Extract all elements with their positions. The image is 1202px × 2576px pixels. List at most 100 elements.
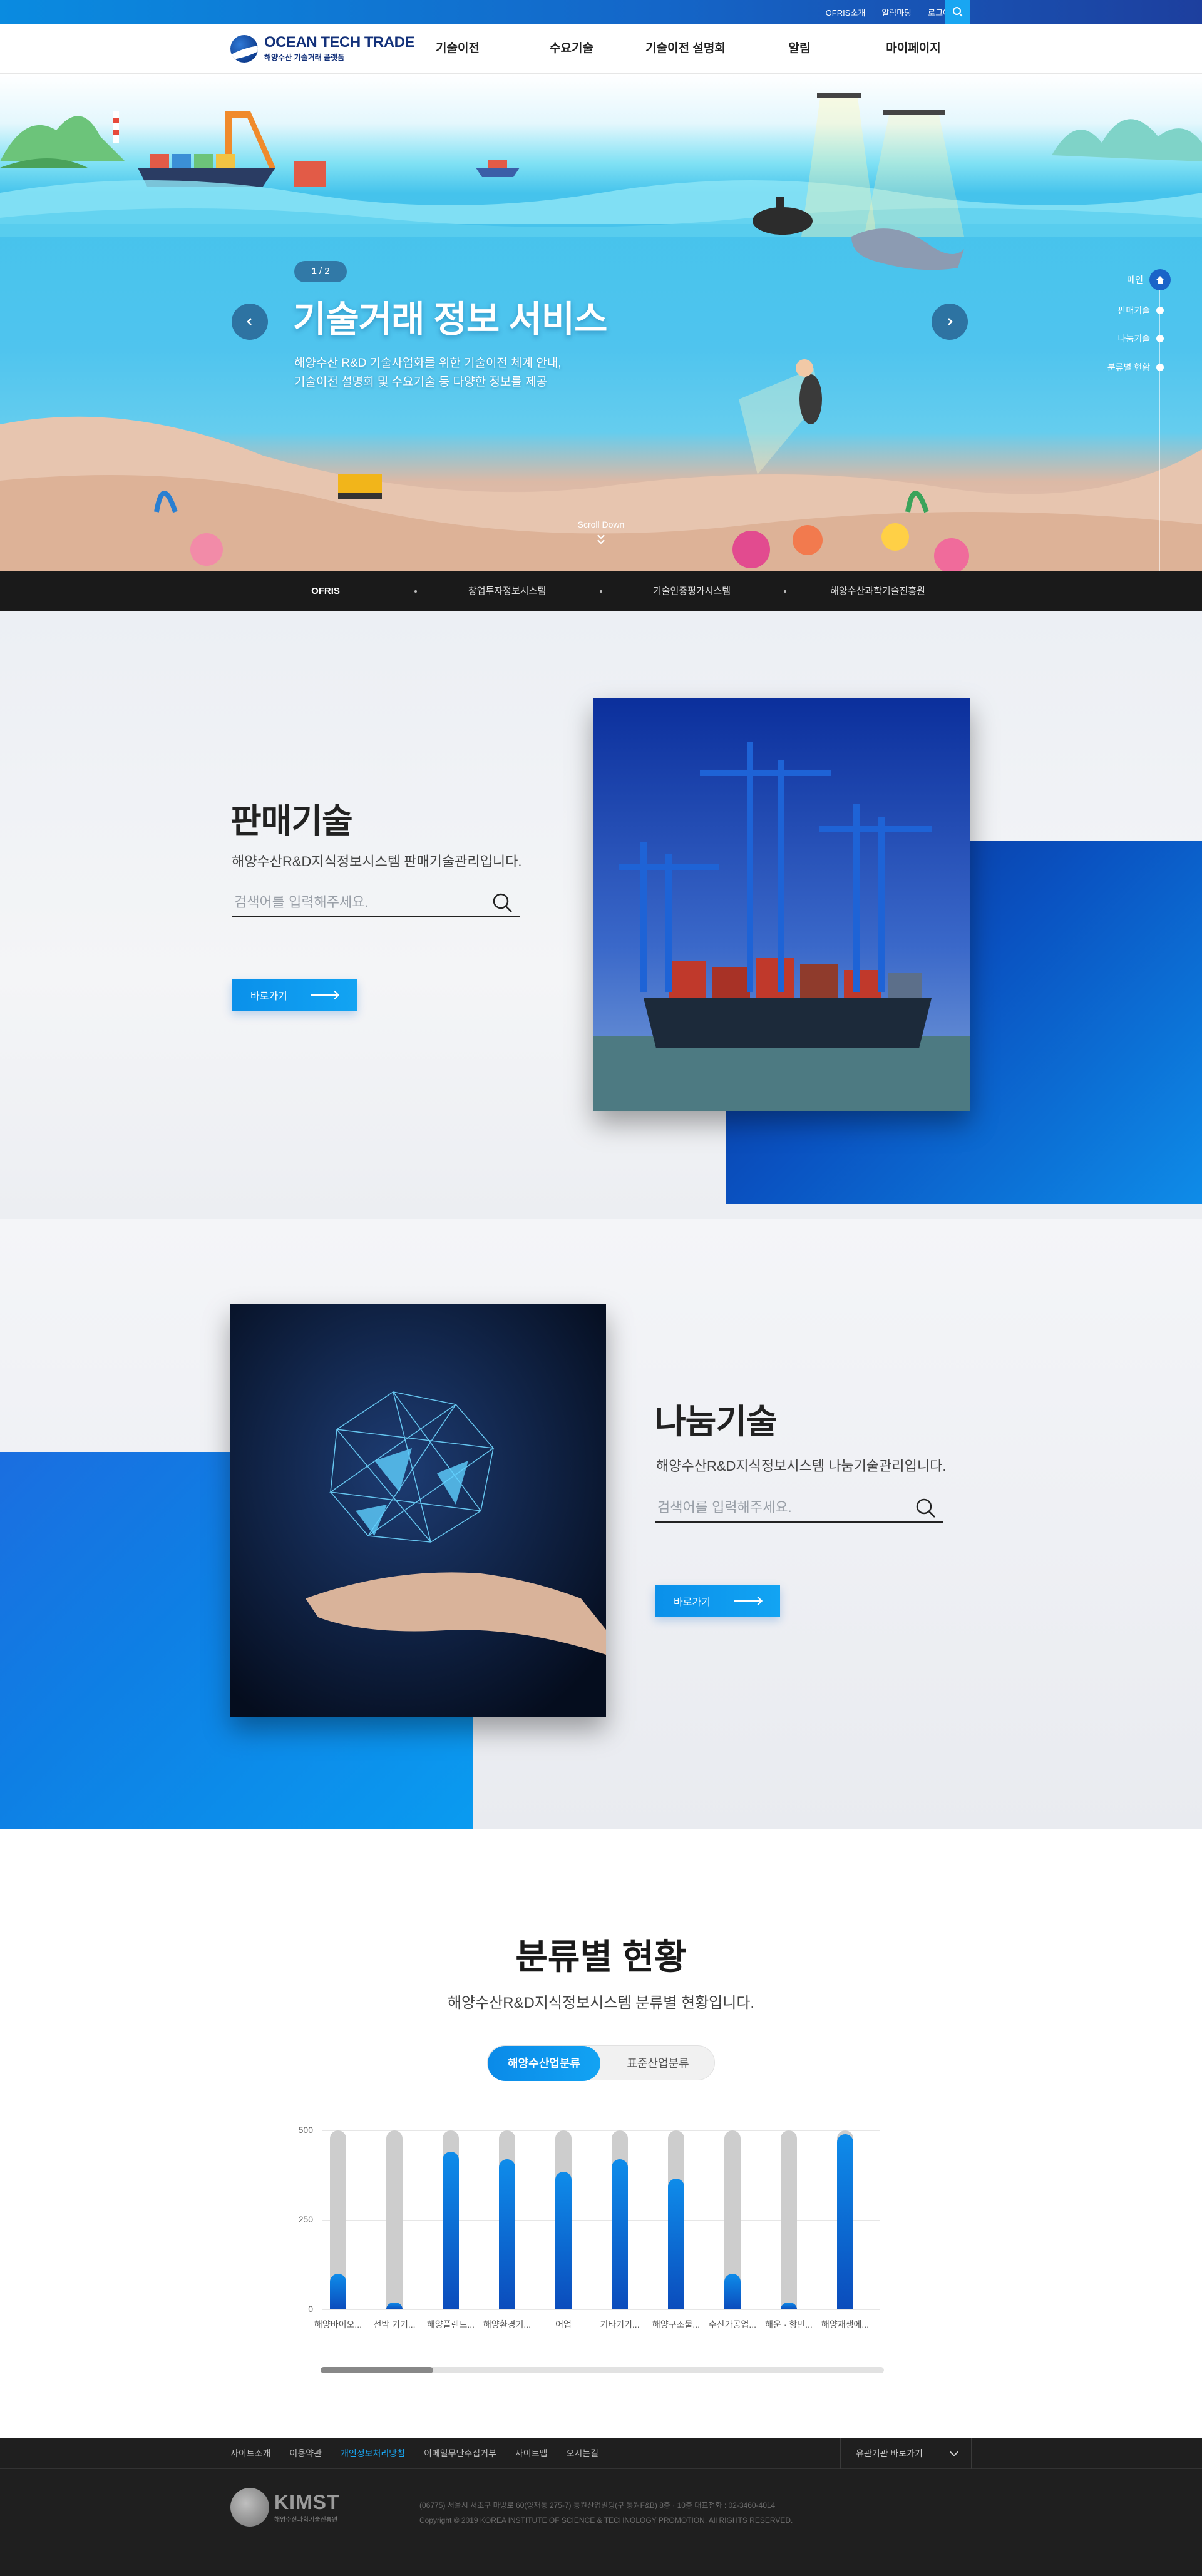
site-logo[interactable]: OCEAN TECH TRADE 해양수산 기술거래 플랫폼: [230, 34, 415, 63]
tab-standard-industry[interactable]: 표준산업분류: [603, 2046, 713, 2081]
x-tick-label: 해양재생에...: [821, 2319, 870, 2329]
tab-marine-industry[interactable]: 해양수산업분류: [488, 2046, 600, 2081]
footer: KIMST 해양수산과학기술진흥원 (06775) 서울시 서초구 마방로 60…: [0, 2469, 1202, 2576]
slide-next-button[interactable]: [932, 304, 968, 340]
bar[interactable]: [330, 2273, 346, 2309]
bar-track: [781, 2130, 797, 2309]
footer-address-line: (06775) 서울시 서초구 마방로 60(양재동 275-7) 동원산업빌딩…: [419, 2501, 776, 2510]
utility-link-ofris[interactable]: OFRIS소개: [826, 6, 866, 18]
footer-logo: KIMST 해양수산과학기술진흥원: [230, 2488, 340, 2527]
y-tick-label: 0: [308, 2304, 313, 2314]
x-tick-label: 해양바이오...: [314, 2319, 362, 2329]
utility-link-notice[interactable]: 알림마당: [881, 6, 912, 18]
stats-description: 해양수산R&D지식정보시스템 분류별 현황입니다.: [447, 1995, 755, 2011]
search-icon[interactable]: [492, 892, 513, 914]
category-stats-section: 분류별 현황 해양수산R&D지식정보시스템 분류별 현황입니다. 해양수산업분류…: [0, 1829, 1202, 2438]
sharing-search-input[interactable]: [655, 1494, 905, 1521]
hero-description: 해양수산 R&D 기술사업화를 위한 기술이전 체계 안내, 기술이전 설명회 …: [294, 354, 562, 392]
link-kimst[interactable]: 해양수산과학기술진흥원: [784, 571, 972, 611]
side-nav-main[interactable]: 메인: [1127, 269, 1171, 290]
x-tick-label: 해운 · 항만...: [765, 2319, 813, 2329]
bar[interactable]: [499, 2159, 515, 2309]
site-header: OCEAN TECH TRADE 해양수산 기술거래 플랫폼 기술이전 수요기술…: [0, 24, 1202, 74]
category-bar-chart: 500 250 0 해양바이오... 선박 기기... 해양플랜트... 해양환경기... 어…: [275, 2117, 902, 2405]
sales-go-button[interactable]: 바로가기: [232, 979, 357, 1011]
sharing-go-button[interactable]: 바로가기: [655, 1585, 780, 1617]
family-site-label: 유관기관 바로가기: [856, 2448, 923, 2458]
y-tick-label: 250: [298, 2214, 313, 2224]
nav-dot-icon: [1156, 364, 1164, 371]
nav-briefing[interactable]: 기술이전 설명회: [629, 24, 742, 74]
search-icon[interactable]: [915, 1498, 937, 1519]
sharing-description: 해양수산R&D지식정보시스템 나눔기술관리입니다.: [656, 1458, 947, 1474]
main-nav: 기술이전 수요기술 기술이전 설명회 알림 마이페이지: [401, 24, 970, 74]
bar-track: [386, 2130, 403, 2309]
footer-link-sitemap[interactable]: 사이트맵: [515, 2438, 548, 2469]
search-icon: [953, 7, 963, 17]
footer-links: 사이트소개 이용약관 개인정보처리방침 이메일무단수집거부 사이트맵 오시는길: [230, 2438, 617, 2469]
side-nav-label: 판매기술: [1117, 305, 1150, 315]
bar[interactable]: [612, 2159, 628, 2309]
footer-link-about[interactable]: 사이트소개: [230, 2438, 270, 2469]
sales-title: 판매기술: [230, 802, 353, 840]
footer-links-bar: 사이트소개 이용약관 개인정보처리방침 이메일무단수집거부 사이트맵 오시는길 …: [0, 2438, 1202, 2469]
sales-tech-section: 판매기술 해양수산R&D지식정보시스템 판매기술관리입니다. 바로가기: [0, 611, 1202, 1219]
x-tick-label: 선박 기기...: [373, 2319, 416, 2329]
bar[interactable]: [668, 2179, 684, 2309]
side-nav-label: 메인: [1127, 275, 1143, 285]
bar[interactable]: [837, 2134, 853, 2309]
chevron-left-icon: [247, 318, 252, 325]
slide-total: 2: [324, 266, 330, 277]
related-systems-bar: OFRIS 창업투자정보시스템 기술인증평가시스템 해양수산과학기술진흥원: [0, 571, 1202, 611]
footer-link-privacy[interactable]: 개인정보처리방침: [341, 2438, 405, 2469]
bar[interactable]: [443, 2152, 459, 2309]
footer-logo-text: KIMST: [274, 2491, 340, 2513]
side-nav-label: 분류별 현황: [1107, 362, 1150, 372]
chart-scrollbar-thumb[interactable]: [321, 2367, 433, 2373]
link-tech-certification[interactable]: 기술인증평가시스템: [598, 571, 786, 611]
sales-description: 해양수산R&D지식정보시스템 판매기술관리입니다.: [232, 854, 522, 869]
network-hand-photo: [230, 1304, 606, 1717]
button-label: 바로가기: [250, 991, 287, 1002]
x-tick-label: 수산가공업...: [708, 2319, 757, 2329]
link-startup-invest[interactable]: 창업투자정보시스템: [413, 571, 601, 611]
footer-link-directions[interactable]: 오시는길: [566, 2438, 598, 2469]
slide-current: 1: [311, 266, 317, 277]
scroll-down-indicator[interactable]: Scroll Down: [563, 519, 639, 549]
nav-dot-icon: [1156, 307, 1164, 314]
nav-demand-tech[interactable]: 수요기술: [515, 24, 629, 74]
nav-mypage[interactable]: 마이페이지: [856, 24, 970, 74]
side-nav-stats[interactable]: 분류별 현황: [1107, 361, 1164, 374]
x-tick-label: 해양환경기...: [483, 2319, 532, 2329]
hero-title: 기술거래 정보 서비스: [293, 299, 607, 340]
nav-tech-transfer[interactable]: 기술이전: [401, 24, 515, 74]
y-tick-label: 500: [298, 2125, 313, 2135]
bar[interactable]: [724, 2273, 741, 2309]
side-nav-sharing[interactable]: 나눔기술: [1117, 332, 1164, 345]
stats-title: 분류별 현황: [515, 1937, 687, 1976]
nav-dot-icon: [1156, 335, 1164, 342]
stats-tabs: 해양수산업분류 표준산업분류: [487, 2045, 715, 2081]
arrow-right-icon: [311, 994, 338, 996]
side-nav-sales[interactable]: 판매기술: [1117, 304, 1164, 317]
footer-link-email-policy[interactable]: 이메일무단수집거부: [424, 2438, 496, 2469]
sales-search-input[interactable]: [232, 889, 482, 916]
network-image: [230, 1304, 606, 1717]
x-tick-label: 해양구조물...: [652, 2319, 701, 2329]
top-utility-bar: OFRIS소개 알림마당 로그아웃: [0, 0, 1202, 24]
x-tick-label: 해양플랜트...: [426, 2319, 475, 2329]
hero-desc-line-2: 기술이전 설명회 및 수요기술 등 다양한 정보를 제공: [294, 376, 548, 389]
family-site-select[interactable]: 유관기관 바로가기: [840, 2438, 972, 2469]
footer-link-terms[interactable]: 이용약관: [289, 2438, 322, 2469]
button-label: 바로가기: [674, 1597, 711, 1608]
ocean-logo-icon: [230, 35, 258, 63]
chevron-right-icon: [948, 318, 953, 325]
nav-notice[interactable]: 알림: [742, 24, 856, 74]
logo-title: OCEAN TECH TRADE: [264, 34, 415, 51]
double-chevron-down-icon: [597, 534, 605, 544]
bar[interactable]: [555, 2171, 572, 2309]
slide-prev-button[interactable]: [232, 304, 268, 340]
top-search-button[interactable]: [945, 0, 970, 24]
port-crane-photo: [593, 698, 970, 1111]
link-ofris[interactable]: OFRIS: [232, 571, 419, 611]
